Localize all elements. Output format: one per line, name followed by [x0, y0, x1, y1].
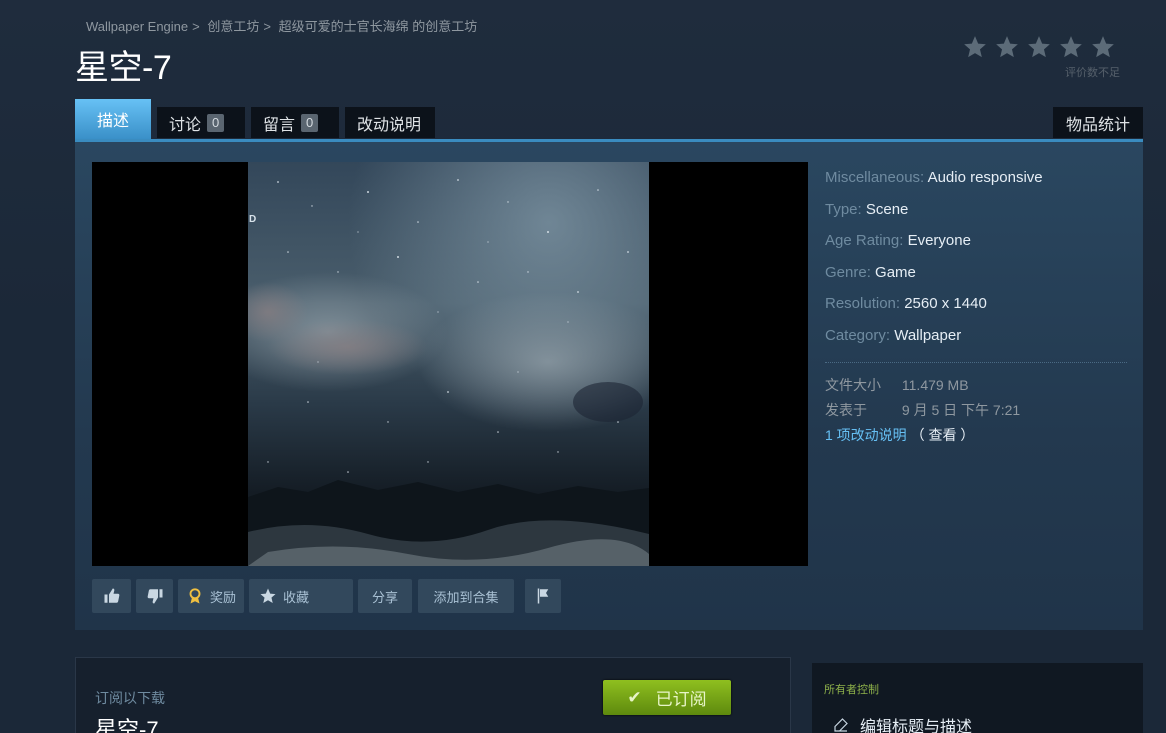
detail-key: Genre:: [825, 263, 871, 281]
item-details: Miscellaneous: Audio responsive Type: Sc…: [825, 169, 1128, 450]
rating: 评价数不足: [962, 34, 1122, 80]
subscribe-label: 订阅以下载: [95, 690, 165, 706]
tab-description[interactable]: 描述: [75, 99, 151, 139]
subscribe-box: 订阅以下载 星空-7 ✔ 已订阅: [75, 657, 791, 733]
item-panel: D Miscellaneous: Audio responsive Type: …: [75, 139, 1143, 630]
detail-key: Type:: [825, 200, 862, 218]
tab-discussions-label: 讨论: [169, 116, 202, 134]
details-divider: [825, 362, 1127, 363]
check-icon: ✔: [627, 687, 642, 707]
tab-change-notes[interactable]: 改动说明: [345, 107, 435, 138]
preview-overlay-text: D: [249, 214, 257, 225]
detail-row: Miscellaneous: Audio responsive: [825, 169, 1128, 201]
detail-key: Category:: [825, 326, 891, 344]
edit-title-description-link[interactable]: 编辑标题与描述: [832, 713, 972, 733]
detail-value: Audio responsive: [927, 169, 1043, 186]
award-label: 奖励: [209, 589, 236, 605]
subscribe-title: 星空-7: [95, 717, 159, 733]
rating-text: 评价数不足: [1065, 67, 1120, 79]
posted-label: 发表于: [825, 402, 867, 418]
change-notes-link[interactable]: 1 项改动说明: [825, 427, 907, 443]
detail-value: 2560 x 1440: [904, 295, 987, 312]
breadcrumb-workshop-link[interactable]: 创意工坊: [207, 19, 259, 34]
detail-row: Genre: Game: [825, 264, 1128, 296]
file-size-label: 文件大小: [825, 377, 881, 393]
add-to-collection-label: 添加到合集: [433, 589, 499, 605]
add-to-collection-button[interactable]: 添加到合集: [418, 579, 514, 613]
star-icon: [1058, 34, 1084, 60]
subscribed-button[interactable]: ✔ 已订阅: [603, 680, 731, 715]
star-icon: [1026, 34, 1052, 60]
report-button[interactable]: [525, 579, 561, 613]
view-change-notes-link[interactable]: （ 查看 ）: [911, 427, 975, 443]
share-button[interactable]: 分享: [358, 579, 412, 613]
detail-value: Wallpaper: [894, 326, 962, 344]
star-icon: [260, 588, 276, 603]
favorite-button[interactable]: 收藏: [249, 579, 353, 613]
tab-discussions[interactable]: 讨论 0: [157, 107, 245, 138]
edit-icon: [834, 718, 848, 732]
tab-bar: 描述 讨论 0 留言 0 改动说明 物品统计: [75, 99, 1143, 139]
detail-key: Age Rating:: [825, 232, 904, 249]
detail-row: Age Rating: Everyone: [825, 232, 1128, 264]
detail-row: Type: Scene: [825, 201, 1128, 233]
star-icon: [994, 34, 1020, 60]
award-button[interactable]: 奖励: [178, 579, 244, 613]
detail-key: Miscellaneous:: [825, 169, 925, 186]
tab-description-label: 描述: [96, 113, 129, 130]
award-icon: [189, 588, 201, 604]
share-label: 分享: [371, 589, 398, 605]
breadcrumb-author-link[interactable]: 超级可爱的士官长海绵 的创意工坊: [279, 19, 478, 34]
thumbs-up-icon: [104, 588, 119, 603]
edit-title-label: 编辑标题与描述: [860, 719, 973, 733]
flag-icon: [537, 588, 549, 604]
rating-stars: [962, 34, 1122, 60]
discussions-count-badge: 0: [207, 113, 225, 132]
tab-comments-label: 留言: [263, 116, 296, 134]
preview-player[interactable]: D: [92, 162, 808, 566]
file-size-value: 11.479 MB: [901, 377, 969, 393]
detail-row: Category: Wallpaper: [825, 327, 1128, 359]
detail-row: Resolution: 2560 x 1440: [825, 295, 1128, 327]
detail-value: Everyone: [907, 232, 971, 249]
file-size-row: 文件大小 11.479 MB: [825, 375, 1128, 400]
preview-image: [248, 162, 649, 566]
tab-item-stats[interactable]: 物品统计: [1052, 107, 1143, 138]
page-title: 星空-7: [75, 49, 172, 87]
vote-down-button[interactable]: [136, 579, 173, 613]
tab-item-stats-label: 物品统计: [1065, 116, 1130, 134]
owner-controls: 所有者控制 编辑标题与描述: [812, 663, 1143, 733]
tab-comments[interactable]: 留言 0: [251, 107, 339, 138]
owner-controls-label: 所有者控制: [824, 684, 879, 696]
breadcrumb-app-link[interactable]: Wallpaper Engine: [86, 19, 188, 34]
detail-value: Scene: [865, 200, 909, 218]
breadcrumb: Wallpaper Engine > 创意工坊 > 超级可爱的士官长海绵 的创意工坊: [86, 16, 477, 35]
thumbs-down-icon: [147, 589, 162, 604]
breadcrumb-separator: >: [192, 19, 200, 34]
breadcrumb-separator: >: [263, 19, 271, 34]
vote-up-button[interactable]: [92, 579, 131, 613]
detail-key: Resolution:: [825, 295, 901, 312]
tab-change-notes-label: 改动说明: [357, 116, 422, 134]
favorite-label: 收藏: [283, 589, 310, 605]
posted-row: 发表于 9 月 5 日 下午 7:21: [825, 400, 1128, 425]
posted-value: 9 月 5 日 下午 7:21: [901, 402, 1021, 418]
star-icon: [962, 34, 988, 60]
comments-count-badge: 0: [301, 113, 319, 132]
subscribed-label: 已订阅: [655, 690, 707, 709]
star-icon: [1090, 34, 1116, 60]
change-notes-row: 1 项改动说明 （ 查看 ）: [825, 425, 1128, 450]
detail-value: Game: [875, 263, 916, 281]
